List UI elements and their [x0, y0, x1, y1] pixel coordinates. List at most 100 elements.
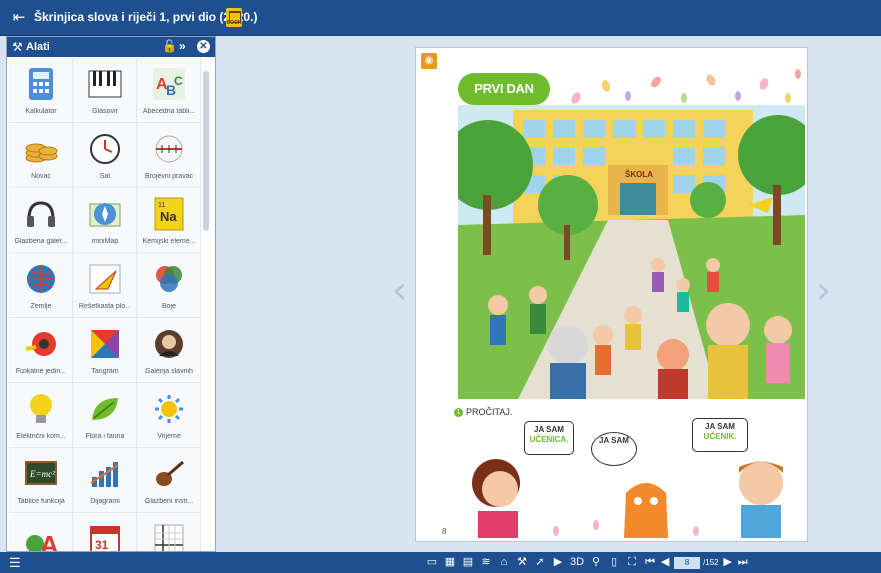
tool-item[interactable]: 31 — [73, 513, 137, 552]
expand-panel-icon[interactable]: » — [179, 39, 186, 53]
tangram-icon — [87, 326, 123, 362]
tool-item-label: Abecedna tabli... — [142, 108, 196, 115]
tool-item[interactable]: Glazbeni instr... — [137, 448, 201, 513]
page-total: /152 — [703, 558, 719, 567]
top-bar: ⇤ Škrinjica slova i riječi 1, prvi dio (… — [0, 0, 881, 36]
tool-item[interactable]: Flora i fauna — [73, 383, 137, 448]
calculator-icon — [23, 66, 59, 102]
tool-item[interactable] — [137, 513, 201, 551]
svg-text:31: 31 — [95, 538, 109, 552]
tool-item[interactable]: E=mc² Tablice funkcija — [9, 448, 73, 513]
tool-item-label: Glazbena galer... — [14, 238, 68, 245]
exit-book-icon[interactable]: ⇤ — [8, 8, 30, 28]
tool-item[interactable]: Tangram — [73, 318, 137, 383]
violin-icon — [151, 456, 187, 492]
tool-item[interactable]: Dijagrami — [73, 448, 137, 513]
tool-item[interactable]: Vrijeme — [137, 383, 201, 448]
zoom-icon[interactable]: ⚲ — [590, 555, 602, 570]
headphones-icon — [23, 196, 59, 232]
next-page-arrow[interactable]: › — [816, 268, 831, 312]
first-page-icon[interactable]: ⏮ — [644, 555, 656, 570]
tool-item[interactable]: Kalkulator — [9, 58, 73, 123]
coins-icon — [23, 131, 59, 167]
prev-page-icon[interactable]: ◀ — [659, 555, 671, 570]
3d-icon[interactable]: 3D — [570, 555, 584, 570]
page-corner-icon[interactable]: ◉ — [421, 53, 437, 69]
task-number-badge: 1 — [454, 408, 463, 418]
tool-item[interactable]: Boje — [137, 253, 201, 318]
tool-item[interactable]: A — [9, 513, 73, 551]
layers-icon[interactable]: ≋ — [480, 555, 492, 570]
tool-item[interactable]: Galerija slavnih — [137, 318, 201, 383]
apple-letter-icon: A — [23, 521, 59, 551]
thumbnails-icon[interactable]: ▦ — [444, 555, 456, 570]
tools-panel: ⚒ Alati 🔓 » ✕ Kalkulator Glasovir A B C Abece… — [6, 36, 216, 552]
confetti-decoration — [571, 69, 801, 104]
chemical-element-icon: 11 Na — [151, 196, 187, 232]
tool-item[interactable]: A B C Abecedna tabli... — [137, 58, 201, 123]
page-input[interactable]: 8 — [674, 556, 701, 569]
tool-item[interactable]: Glazbena galer... — [9, 188, 73, 253]
tools-icon[interactable]: ⚒ — [516, 555, 528, 570]
tool-item-label: Zemlje — [30, 303, 52, 310]
tool-item[interactable]: miniMap — [73, 188, 137, 253]
tools-panel-header: ⚒ Alati 🔓 » ✕ — [7, 37, 215, 57]
tool-item[interactable]: Glasovir — [73, 58, 137, 123]
tool-item-label: Brojevni pravac — [144, 173, 194, 180]
speech-bubble-girl: JA SAM UČENICA. — [524, 421, 574, 455]
tool-item-label: Flora i fauna — [85, 433, 125, 440]
svg-text:Na: Na — [160, 209, 177, 224]
grid-board-icon — [87, 261, 123, 297]
school-sign: ŠKOLA — [625, 170, 653, 179]
tools-grid: Kalkulator Glasovir A B C Abecedna tabli... No… — [9, 58, 201, 552]
globe-icon — [23, 261, 59, 297]
tool-item[interactable]: Novac — [9, 123, 73, 188]
tool-item-label: Vrijeme — [157, 433, 181, 440]
tool-item[interactable]: Fizikalne jedin... — [9, 318, 73, 383]
tool-item[interactable]: Rešetkasta plo... — [73, 253, 137, 318]
tool-item[interactable]: Zemlje — [9, 253, 73, 318]
tools-scrollbar[interactable] — [203, 71, 209, 231]
previous-page-arrow[interactable]: ‹ — [392, 268, 407, 312]
weather-icon — [151, 391, 187, 427]
bottom-toolbar-icons: ▭ ▦ ▤ ≋ ⌂ ⚒ ➚ ▶ 3D ⚲ ▯ ⛶ ⏮ ◀ 8 /152 ▶ ⏭ — [426, 555, 749, 570]
book-library-icon[interactable]: BOOK — [226, 8, 242, 27]
tool-item-label: Kalkulator — [25, 108, 57, 115]
tool-item-label: miniMap — [91, 238, 119, 245]
lock-icon[interactable]: 🔓 — [162, 39, 177, 53]
main-menu-icon[interactable]: ☰ — [9, 556, 21, 569]
tool-item-label: Rešetkasta plo... — [78, 303, 132, 310]
close-panel-icon[interactable]: ✕ — [197, 40, 210, 53]
tool-item-label: Kemijski eleme... — [142, 238, 196, 245]
bar-chart-icon — [87, 456, 123, 492]
tool-item[interactable]: 11 Na Kemijski eleme... — [137, 188, 201, 253]
page-icon[interactable]: ▯ — [608, 555, 620, 570]
tool-item-label: Tangram — [91, 368, 119, 375]
speech-bubble-boy: JA SAM UČENIK. — [692, 418, 748, 452]
book-page: ◉ PRVI DAN ŠKOLE ŠKOLA — [415, 47, 808, 542]
next-page-icon[interactable]: ▶ — [722, 555, 734, 570]
tool-item[interactable]: Sat — [73, 123, 137, 188]
bottom-toolbar: ☰ ▭ ▦ ▤ ≋ ⌂ ⚒ ➚ ▶ 3D ⚲ ▯ ⛶ ⏮ ◀ 8 /152 ▶ … — [0, 552, 881, 573]
tool-item[interactable]: Električni kom... — [9, 383, 73, 448]
svg-text:11: 11 — [158, 202, 165, 209]
chalkboard-formula-icon: E=mc² — [23, 456, 59, 492]
notes-icon[interactable]: ▤ — [462, 555, 474, 570]
color-circles-icon — [151, 261, 187, 297]
tool-item-label: Sat — [99, 173, 111, 180]
tools-panel-title: Alati — [26, 41, 50, 53]
subtitle-icon[interactable]: ▭ — [426, 555, 438, 570]
tool-item-label: Novac — [31, 173, 51, 180]
tool-item-label: Glasovir — [92, 108, 118, 115]
library-icon[interactable]: ⌂ — [498, 555, 510, 570]
tool-item[interactable]: Brojevni pravac — [137, 123, 201, 188]
pointer-icon[interactable]: ➚ — [534, 555, 546, 570]
svg-text:E=mc²: E=mc² — [29, 469, 55, 479]
fullscreen-icon[interactable]: ⛶ — [626, 555, 638, 570]
page-number: 8 — [442, 527, 447, 536]
tool-item-label: Električni kom... — [16, 433, 66, 440]
task-text: PROČITAJ. — [466, 407, 513, 417]
play-icon[interactable]: ▶ — [552, 555, 564, 570]
last-page-icon[interactable]: ⏭ — [737, 555, 749, 570]
clock-icon — [87, 131, 123, 167]
